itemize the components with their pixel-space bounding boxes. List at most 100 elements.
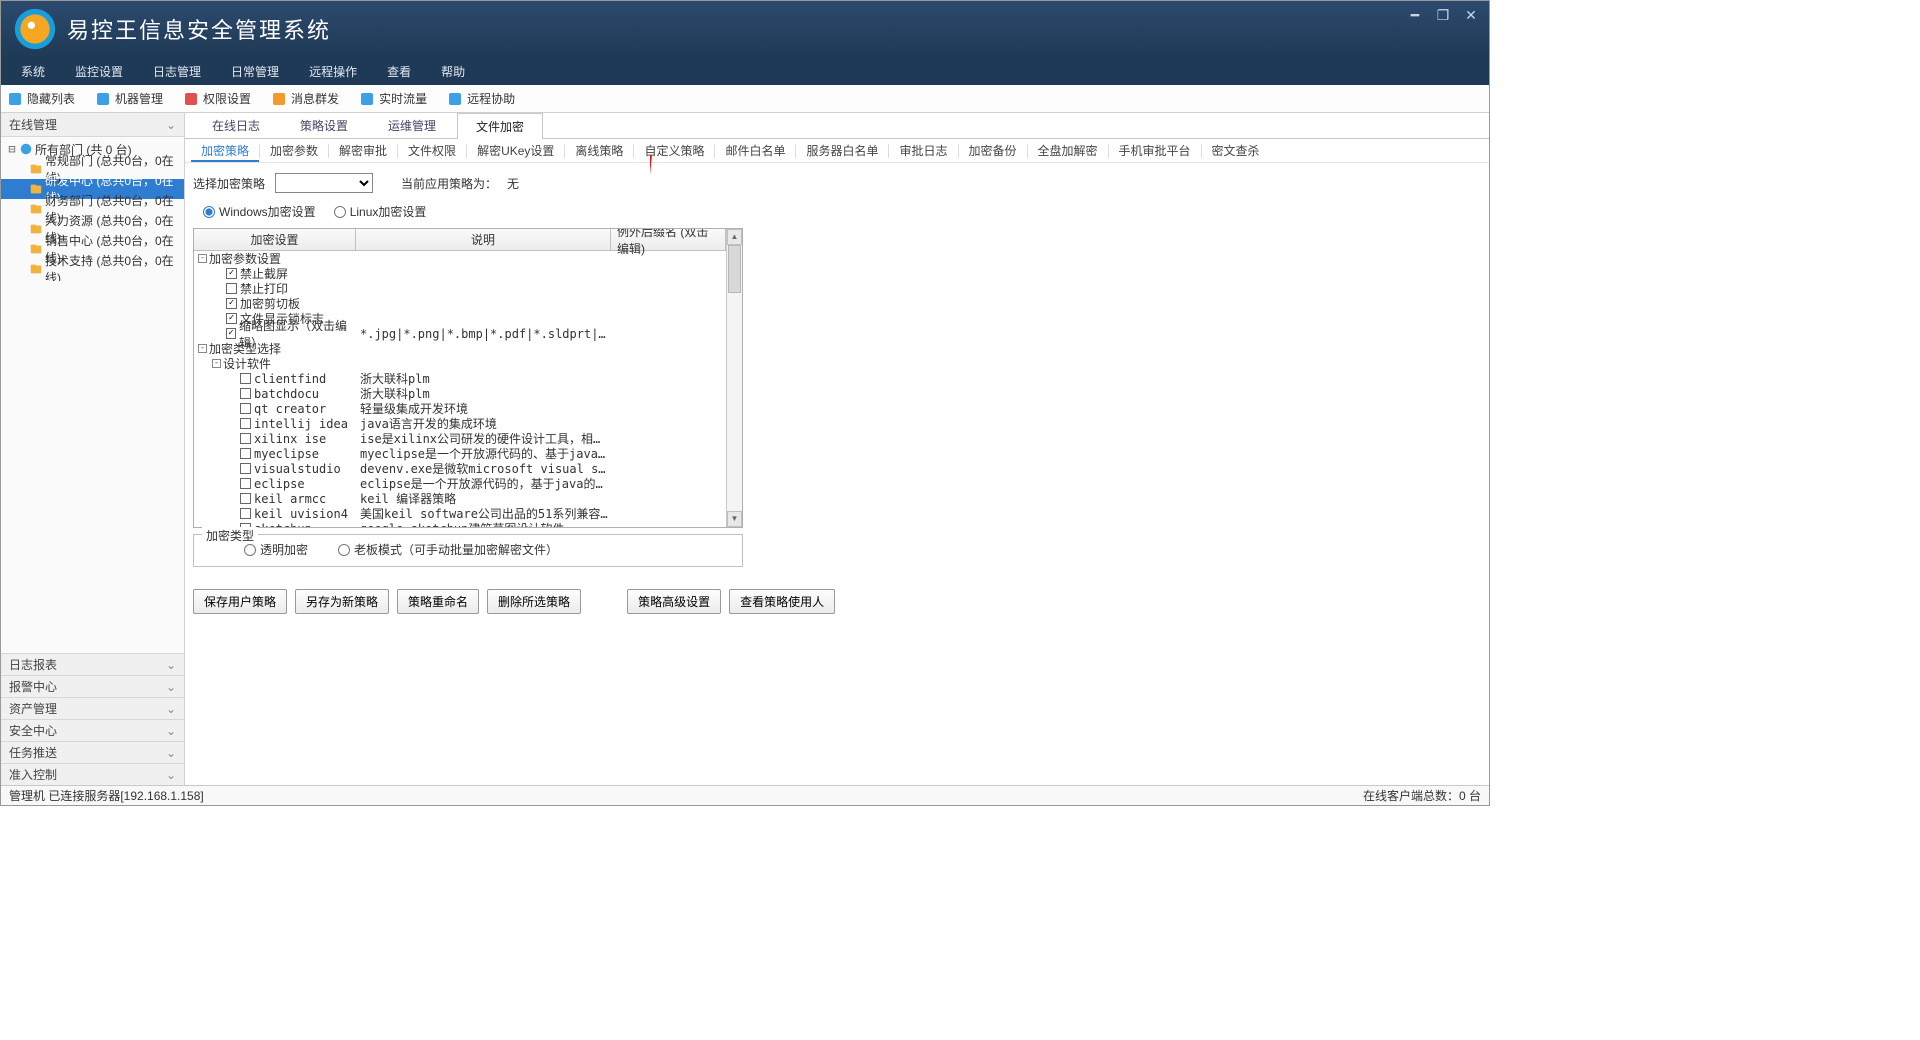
checkbox[interactable] (240, 388, 251, 399)
checkbox[interactable] (240, 508, 251, 519)
tab-1[interactable]: 策略设置 (281, 112, 367, 138)
toolbar-hide-list[interactable]: 隐藏列表 (7, 90, 75, 107)
main-panel: 在线日志策略设置运维管理文件加密 加密策略加密参数解密审批文件权限解密UKey设… (185, 113, 1489, 785)
checkbox[interactable] (240, 493, 251, 504)
scroll-thumb[interactable] (728, 245, 741, 293)
policy-select[interactable] (275, 173, 373, 193)
minimize-button[interactable]: ━ (1401, 5, 1429, 25)
checkbox[interactable] (240, 403, 251, 414)
subtab-3[interactable]: 文件权限 (398, 140, 466, 162)
subtab-5[interactable]: 离线策略 (565, 140, 633, 162)
subtab-8[interactable]: 服务器白名单 (796, 140, 888, 162)
subtab-10[interactable]: 加密备份 (959, 140, 1027, 162)
sidebar-categories: 日志报表⌄报警中心⌄资产管理⌄安全中心⌄任务推送⌄准入控制⌄ (1, 653, 184, 785)
close-button[interactable]: ✕ (1457, 5, 1485, 25)
save-as-policy-button[interactable]: 另存为新策略 (295, 589, 389, 614)
globe-icon (19, 142, 33, 156)
subtab-1[interactable]: 加密参数 (260, 140, 328, 162)
toolbar-remote-assist[interactable]: 远程协助 (447, 90, 515, 107)
checkbox[interactable] (240, 373, 251, 384)
chevron-down-icon: ⌄ (166, 724, 176, 738)
menu-monitor[interactable]: 监控设置 (75, 63, 123, 80)
menu-help[interactable]: 帮助 (441, 63, 465, 80)
sidebar-section-online[interactable]: 在线管理 ⌄ (1, 113, 184, 137)
tab-2[interactable]: 运维管理 (369, 112, 455, 138)
sidebar-category[interactable]: 资产管理⌄ (1, 697, 184, 719)
radio-linux[interactable]: Linux加密设置 (334, 203, 427, 220)
view-users-button[interactable]: 查看策略使用人 (729, 589, 835, 614)
machine-manage-icon (95, 91, 111, 107)
subtab-6[interactable]: 自定义策略 (634, 140, 714, 162)
menu-view[interactable]: 查看 (387, 63, 411, 80)
toolbar-realtime-traffic[interactable]: 实时流量 (359, 90, 427, 107)
permission-set-icon (183, 91, 199, 107)
subtab-9[interactable]: 审批日志 (889, 140, 957, 162)
scroll-down-icon[interactable]: ▼ (727, 511, 742, 527)
menu-system[interactable]: 系统 (21, 63, 45, 80)
toolbar-broadcast-msg[interactable]: 消息群发 (271, 90, 339, 107)
table-scrollbar[interactable]: ▲ ▼ (726, 229, 742, 527)
applied-policy-value: 无 (507, 175, 519, 192)
tab-0[interactable]: 在线日志 (193, 112, 279, 138)
status-right: 在线客户端总数：0 台 (1363, 787, 1481, 804)
sidebar-category[interactable]: 报警中心⌄ (1, 675, 184, 697)
radio-windows[interactable]: Windows加密设置 (203, 203, 316, 220)
table-row: -设计软件 (194, 356, 726, 371)
table-row: -加密类型选择 (194, 341, 726, 356)
collapse-icon[interactable]: ⊟ (7, 142, 17, 156)
chevron-down-icon: ⌄ (166, 768, 176, 782)
encryption-type-legend: 加密类型 (202, 527, 258, 544)
toolbar-permission-set[interactable]: 权限设置 (183, 90, 251, 107)
checkbox[interactable] (240, 478, 251, 489)
th-setting: 加密设置 (194, 229, 356, 250)
scroll-up-icon[interactable]: ▲ (727, 229, 742, 245)
save-policy-button[interactable]: 保存用户策略 (193, 589, 287, 614)
checkbox[interactable] (240, 433, 251, 444)
applied-policy-label: 当前应用策略为： (401, 175, 497, 192)
maximize-button[interactable]: ❐ (1429, 5, 1457, 25)
checkbox[interactable] (240, 448, 251, 459)
table-row: 禁止打印 (194, 281, 726, 296)
tree-node[interactable]: 技术支持 (总共0台，0在线) (1, 259, 184, 279)
checkbox[interactable] (240, 418, 251, 429)
table-row: intellij ideajava语言开发的集成环境 (194, 416, 726, 431)
status-left: 管理机 已连接服务器[192.168.1.158] (9, 787, 204, 804)
checkbox[interactable] (240, 463, 251, 474)
delete-policy-button[interactable]: 删除所选策略 (487, 589, 581, 614)
checkbox[interactable] (226, 298, 237, 309)
subtab-2[interactable]: 解密审批 (329, 140, 397, 162)
tree-collapse-icon[interactable]: - (212, 359, 221, 368)
checkbox[interactable] (226, 268, 237, 279)
tree-collapse-icon[interactable]: - (198, 344, 207, 353)
subtab-4[interactable]: 解密UKey设置 (467, 140, 564, 162)
checkbox[interactable] (226, 328, 236, 339)
table-row: sketchupgoogle sketchup建筑草图设计软件 (194, 521, 726, 527)
menu-daily[interactable]: 日常管理 (231, 63, 279, 80)
policy-select-label: 选择加密策略 (193, 175, 265, 192)
subtab-13[interactable]: 密文查杀 (1202, 140, 1270, 162)
sidebar-category[interactable]: 准入控制⌄ (1, 763, 184, 785)
subtab-11[interactable]: 全盘加解密 (1028, 140, 1108, 162)
sidebar-category[interactable]: 日志报表⌄ (1, 653, 184, 675)
toolbar-machine-manage[interactable]: 机器管理 (95, 90, 163, 107)
radio-boss[interactable]: 老板模式（可手动批量加密解密文件） (338, 541, 558, 558)
chevron-down-icon: ⌄ (166, 118, 176, 132)
chevron-down-icon: ⌄ (166, 658, 176, 672)
rename-policy-button[interactable]: 策略重命名 (397, 589, 479, 614)
sidebar-category[interactable]: 安全中心⌄ (1, 719, 184, 741)
subtab-0[interactable]: 加密策略 (191, 140, 259, 162)
th-desc: 说明 (356, 229, 611, 250)
sidebar-category[interactable]: 任务推送⌄ (1, 741, 184, 763)
tab-3[interactable]: 文件加密 (457, 113, 543, 139)
encryption-table: 加密设置 说明 例外后缀名 (双击编辑) -加密参数设置禁止截屏禁止打印加密剪切… (193, 228, 743, 528)
table-row: batchdocu浙大联科plm (194, 386, 726, 401)
checkbox[interactable] (226, 283, 237, 294)
subtab-7[interactable]: 邮件白名单 (715, 140, 795, 162)
app-title: 易控王信息安全管理系统 (67, 13, 331, 45)
table-row: myeclipsemyeclipse是一个开放源代码的、基于java的可扩展开 … (194, 446, 726, 461)
tree-collapse-icon[interactable]: - (198, 254, 207, 263)
subtab-12[interactable]: 手机审批平台 (1109, 140, 1201, 162)
advanced-policy-button[interactable]: 策略高级设置 (627, 589, 721, 614)
menu-logmgr[interactable]: 日志管理 (153, 63, 201, 80)
menu-remote[interactable]: 远程操作 (309, 63, 357, 80)
